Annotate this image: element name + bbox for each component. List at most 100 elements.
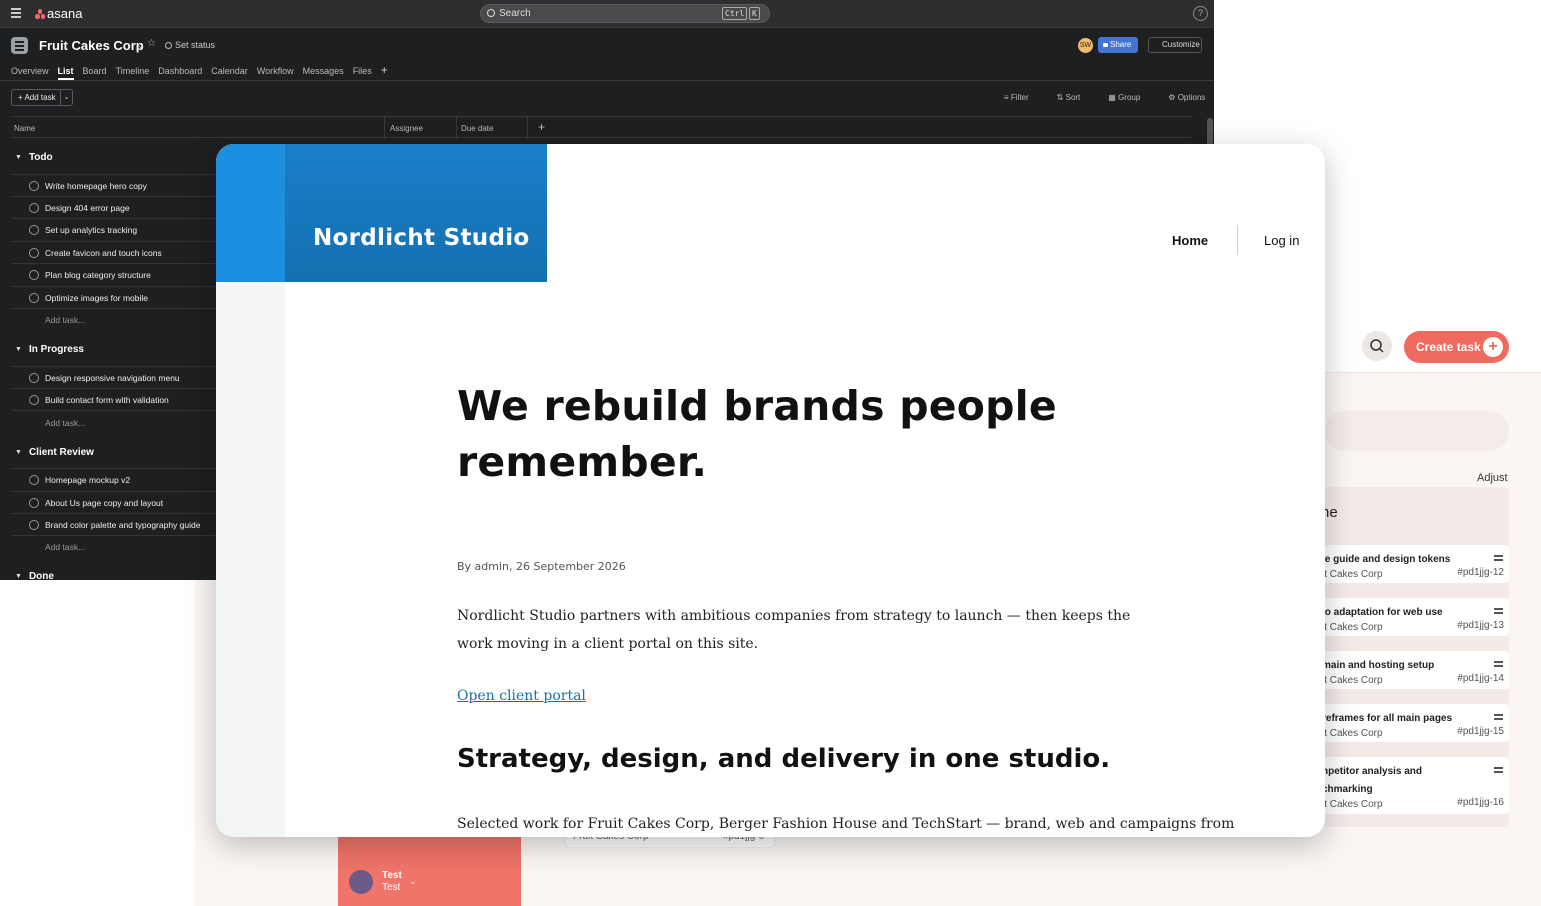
column-assignee[interactable]: Assignee bbox=[390, 124, 423, 133]
task-name: Write homepage hero copy bbox=[45, 181, 147, 191]
avatar[interactable]: SW bbox=[1078, 38, 1093, 53]
group-button[interactable]: ▦ Group bbox=[1108, 93, 1154, 102]
caret-down-icon[interactable]: ▼ bbox=[15, 449, 22, 456]
check-circle-icon[interactable] bbox=[29, 475, 39, 485]
section-todo[interactable]: ▼ Todo bbox=[15, 152, 53, 163]
customize-button[interactable]: Customize bbox=[1148, 37, 1202, 53]
check-circle-icon[interactable] bbox=[29, 395, 39, 405]
task-row[interactable]: Optimize images for mobile bbox=[11, 286, 216, 308]
star-icon[interactable]: ☆ bbox=[147, 38, 156, 49]
task-row[interactable]: Build contact form with validation bbox=[11, 388, 216, 410]
caret-down-icon[interactable]: ▼ bbox=[15, 573, 22, 580]
add-tab-icon[interactable]: + bbox=[381, 63, 388, 77]
add-task-inline[interactable]: Add task... bbox=[45, 315, 85, 325]
project-title[interactable]: Fruit Cakes Corp bbox=[39, 38, 144, 53]
asana-logo[interactable]: asana bbox=[35, 6, 82, 21]
section-in-progress[interactable]: ▼ In Progress bbox=[15, 344, 84, 355]
user-menu[interactable]: Test Test bbox=[382, 870, 402, 894]
tab-files[interactable]: Files bbox=[353, 66, 372, 76]
task-name: Plan blog category structure bbox=[45, 270, 151, 280]
task-card-id: #pd1jjg-13 bbox=[1457, 620, 1504, 631]
task-card[interactable]: reframes for all main pages it Cakes Cor… bbox=[1315, 704, 1509, 742]
filter-button[interactable]: ≡ Filter bbox=[1004, 93, 1043, 102]
check-circle-icon[interactable] bbox=[29, 270, 39, 280]
check-circle-icon[interactable] bbox=[29, 498, 39, 508]
group-label: Group bbox=[1118, 93, 1141, 102]
tab-list[interactable]: List bbox=[57, 66, 74, 80]
drag-handle-icon[interactable] bbox=[1494, 661, 1503, 669]
section-done[interactable]: ▼ Done bbox=[15, 571, 54, 580]
avatar[interactable] bbox=[349, 870, 373, 894]
task-card[interactable]: jo adaptation for web use it Cakes Corp … bbox=[1315, 598, 1509, 636]
add-task-label: Add task bbox=[24, 93, 56, 102]
tab-calendar[interactable]: Calendar bbox=[211, 66, 248, 76]
menu-icon[interactable] bbox=[11, 8, 21, 20]
options-label: Options bbox=[1177, 93, 1206, 102]
check-circle-icon[interactable] bbox=[29, 520, 39, 530]
share-button[interactable]: Share bbox=[1098, 37, 1138, 53]
sort-button[interactable]: ⇅ Sort bbox=[1057, 93, 1095, 102]
task-row[interactable]: Design 404 error page bbox=[11, 196, 216, 218]
filter-bar[interactable] bbox=[1325, 411, 1509, 451]
check-circle-icon[interactable] bbox=[29, 225, 39, 235]
brand-accent bbox=[216, 144, 285, 282]
add-task-inline[interactable]: Add task... bbox=[45, 418, 85, 428]
task-row[interactable]: Design responsive navigation menu bbox=[11, 366, 216, 388]
help-icon[interactable]: ? bbox=[1193, 6, 1208, 21]
adjust-button[interactable]: Adjust bbox=[1477, 472, 1508, 484]
chevron-down-icon[interactable]: ⌄ bbox=[409, 877, 417, 887]
tab-overview[interactable]: Overview bbox=[11, 66, 49, 76]
caret-down-icon[interactable]: ▼ bbox=[15, 154, 22, 161]
drag-handle-icon[interactable] bbox=[1494, 608, 1503, 616]
tab-board[interactable]: Board bbox=[83, 66, 107, 76]
check-circle-icon[interactable] bbox=[29, 248, 39, 258]
task-name: Brand color palette and typography guide bbox=[45, 520, 201, 530]
tab-messages[interactable]: Messages bbox=[303, 66, 344, 76]
task-card[interactable]: main and hosting setup it Cakes Corp #pd… bbox=[1315, 651, 1509, 689]
column-name[interactable]: Name bbox=[14, 124, 35, 133]
tab-timeline[interactable]: Timeline bbox=[116, 66, 150, 76]
nav-login-link[interactable]: Log in bbox=[1264, 233, 1299, 248]
chevron-down-icon[interactable]: ⌄ bbox=[60, 90, 72, 105]
task-name: Build contact form with validation bbox=[45, 395, 169, 405]
client-portal-link[interactable]: Open client portal bbox=[457, 688, 586, 704]
check-circle-icon[interactable] bbox=[29, 293, 39, 303]
drag-handle-icon[interactable] bbox=[1494, 714, 1503, 722]
task-row[interactable]: Write homepage hero copy bbox=[11, 174, 216, 196]
task-row[interactable]: About Us page copy and layout bbox=[11, 491, 216, 513]
search-input[interactable]: Search Ctrl K bbox=[480, 4, 770, 23]
caret-down-icon[interactable]: ▼ bbox=[15, 346, 22, 353]
column-due-date[interactable]: Due date bbox=[461, 124, 493, 133]
add-task-inline[interactable]: Add task... bbox=[45, 542, 85, 552]
task-row[interactable]: Brand color palette and typography guide bbox=[11, 513, 216, 535]
drag-handle-icon[interactable] bbox=[1494, 555, 1503, 563]
check-circle-icon[interactable] bbox=[29, 203, 39, 213]
chevron-down-icon[interactable]: ⌄ bbox=[137, 40, 145, 51]
search-button[interactable] bbox=[1362, 331, 1392, 361]
task-card-project: it Cakes Corp bbox=[1322, 569, 1383, 580]
task-row[interactable]: Homepage mockup v2 bbox=[11, 468, 216, 490]
set-status-button[interactable]: Set status bbox=[165, 40, 215, 50]
drag-handle-icon[interactable] bbox=[1494, 767, 1503, 775]
nav-home-link[interactable]: Home bbox=[1172, 233, 1208, 248]
task-row[interactable]: Create favicon and touch icons bbox=[11, 241, 216, 263]
body-paragraph: Selected work for Fruit Cakes Corp, Berg… bbox=[457, 816, 1235, 832]
options-button[interactable]: ⚙ Options bbox=[1168, 93, 1214, 102]
task-name: Homepage mockup v2 bbox=[45, 475, 131, 485]
add-column-icon[interactable]: + bbox=[538, 120, 545, 134]
task-row[interactable]: Plan blog category structure bbox=[11, 263, 216, 285]
search-icon bbox=[487, 9, 495, 17]
section-title: Done bbox=[28, 571, 54, 580]
check-circle-icon[interactable] bbox=[29, 181, 39, 191]
add-task-button[interactable]: + Add task ⌄ bbox=[11, 89, 73, 106]
site-title[interactable]: Nordlicht Studio bbox=[313, 225, 530, 251]
asana-logo-text: asana bbox=[47, 6, 83, 21]
create-task-button[interactable]: Create task + bbox=[1404, 331, 1509, 363]
section-client-review[interactable]: ▼ Client Review bbox=[15, 447, 94, 458]
tab-dashboard[interactable]: Dashboard bbox=[158, 66, 202, 76]
tab-workflow[interactable]: Workflow bbox=[257, 66, 294, 76]
check-circle-icon[interactable] bbox=[29, 373, 39, 383]
task-card[interactable]: le guide and design tokens it Cakes Corp… bbox=[1315, 545, 1509, 583]
task-card[interactable]: npetitor analysis and chmarking it Cakes… bbox=[1315, 757, 1509, 814]
task-row[interactable]: Set up analytics tracking bbox=[11, 218, 216, 240]
